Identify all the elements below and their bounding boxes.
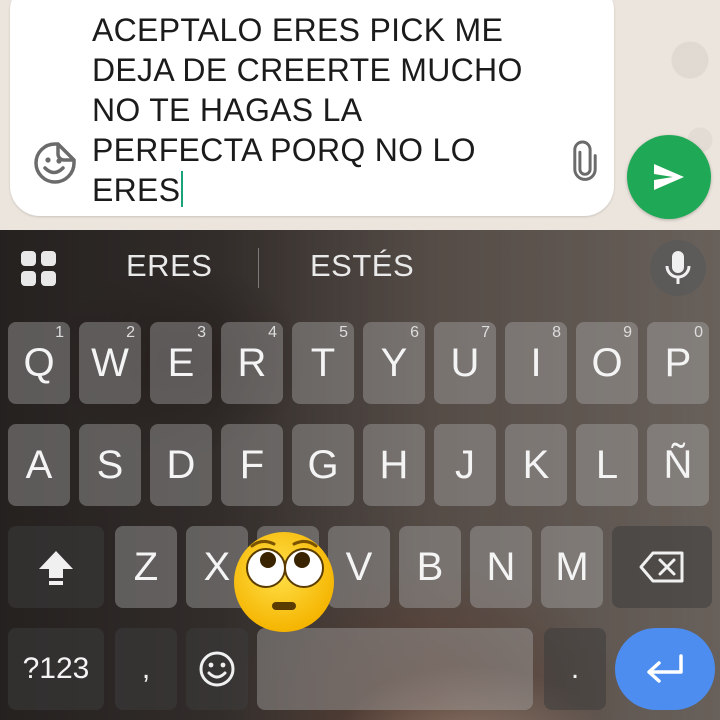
backspace-key[interactable]	[612, 526, 712, 608]
enter-return-icon	[647, 654, 683, 683]
microphone-icon	[665, 251, 691, 284]
text-cursor	[181, 171, 184, 207]
backspace-icon	[639, 551, 684, 583]
smiley-face-icon	[199, 651, 235, 687]
key-u[interactable]: U7	[434, 322, 496, 404]
space-bar[interactable]	[257, 628, 533, 710]
key-b[interactable]: B	[399, 526, 461, 608]
key-y[interactable]: Y6	[363, 322, 425, 404]
key-j[interactable]: J	[434, 424, 496, 506]
message-compose-box[interactable]: ACEPTALO ERES PICK ME DEJA DE CREERTE MU…	[10, 0, 614, 216]
on-screen-keyboard: ERES ESTÉS Q1 W2 E3 R4 T5 Y6 U7 I8 O9 P0…	[0, 230, 720, 720]
key-n-tilde[interactable]: Ñ	[647, 424, 709, 506]
key-n[interactable]: N	[470, 526, 532, 608]
message-text: ACEPTALO ERES PICK ME DEJA DE CREERTE MU…	[92, 12, 523, 208]
key-m[interactable]: M	[541, 526, 603, 608]
sticker-smiley-icon[interactable]	[32, 140, 78, 186]
key-l[interactable]: L	[576, 424, 638, 506]
period-key[interactable]: .	[544, 628, 606, 710]
key-q[interactable]: Q1	[8, 322, 70, 404]
key-h[interactable]: H	[363, 424, 425, 506]
microphone-button[interactable]	[650, 240, 706, 296]
paperclip-icon[interactable]	[566, 140, 606, 184]
enter-key[interactable]	[615, 628, 715, 710]
suggestion-divider	[258, 248, 259, 288]
key-a[interactable]: A	[8, 424, 70, 506]
key-g[interactable]: G	[292, 424, 354, 506]
key-i[interactable]: I8	[505, 322, 567, 404]
suggestion-strip: ERES ESTÉS	[0, 230, 720, 306]
key-d[interactable]: D	[150, 424, 212, 506]
key-r[interactable]: R4	[221, 322, 283, 404]
key-s[interactable]: S	[79, 424, 141, 506]
key-f[interactable]: F	[221, 424, 283, 506]
suggestion-2[interactable]: ESTÉS	[310, 248, 414, 284]
symbols-key[interactable]: ?123	[8, 628, 104, 710]
key-p[interactable]: P0	[647, 322, 709, 404]
shift-arrow-icon	[39, 551, 73, 585]
flushed-face-emoji	[232, 530, 336, 634]
key-v[interactable]: V	[328, 526, 390, 608]
key-t[interactable]: T5	[292, 322, 354, 404]
key-w[interactable]: W2	[79, 322, 141, 404]
comma-key[interactable]: ,	[115, 628, 177, 710]
suggestion-1[interactable]: ERES	[126, 248, 212, 284]
send-arrow-icon	[654, 164, 684, 190]
grid-apps-icon[interactable]	[20, 250, 58, 288]
emoji-key[interactable]	[186, 628, 248, 710]
shift-key[interactable]	[8, 526, 104, 608]
key-e[interactable]: E3	[150, 322, 212, 404]
key-o[interactable]: O9	[576, 322, 638, 404]
key-z[interactable]: Z	[115, 526, 177, 608]
send-button[interactable]	[627, 135, 711, 219]
message-input[interactable]: ACEPTALO ERES PICK ME DEJA DE CREERTE MU…	[92, 10, 552, 210]
key-k[interactable]: K	[505, 424, 567, 506]
